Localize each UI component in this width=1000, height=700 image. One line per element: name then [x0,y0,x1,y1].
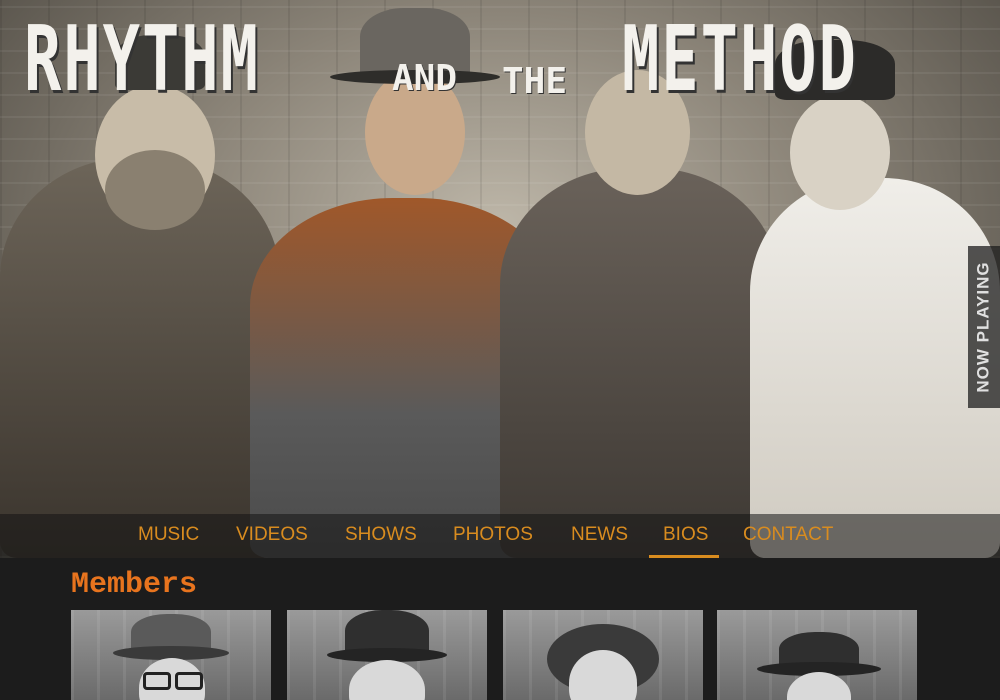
nav-news[interactable]: NEWS [571,524,628,546]
band-member-photo-4 [750,178,1000,558]
logo-word-rhythm: RHYTHM [24,6,260,112]
glasses-icon [175,672,203,690]
logo-word-the: THE [502,61,568,102]
logo-word-and: AND [392,58,458,99]
section-title: Members [71,568,198,602]
member-card-3[interactable] [503,610,703,700]
band-member-photo-3 [500,168,780,558]
nav-bios[interactable]: BIOS [663,524,708,546]
hero-banner: RHYTHM AND THE METHOD NOW PLAYING [0,0,1000,558]
member-card-2[interactable] [287,610,487,700]
main-navigation: MUSIC VIDEOS SHOWS PHOTOS NEWS BIOS CONT… [0,514,1000,558]
member-card-1[interactable] [71,610,271,700]
nav-shows[interactable]: SHOWS [345,524,417,546]
band-logo: RHYTHM AND THE METHOD [24,6,974,126]
logo-word-method: METHOD [622,6,858,112]
nav-photos[interactable]: PHOTOS [453,524,533,546]
member-card-4[interactable] [717,610,917,700]
members-section: Members [0,558,1000,700]
nav-contact[interactable]: CONTACT [743,524,833,546]
beard [105,150,205,230]
now-playing-label: NOW PLAYING [974,261,993,393]
now-playing-tab[interactable]: NOW PLAYING [968,246,1000,408]
glasses-icon [143,672,171,690]
nav-music[interactable]: MUSIC [138,524,199,546]
nav-videos[interactable]: VIDEOS [236,524,308,546]
